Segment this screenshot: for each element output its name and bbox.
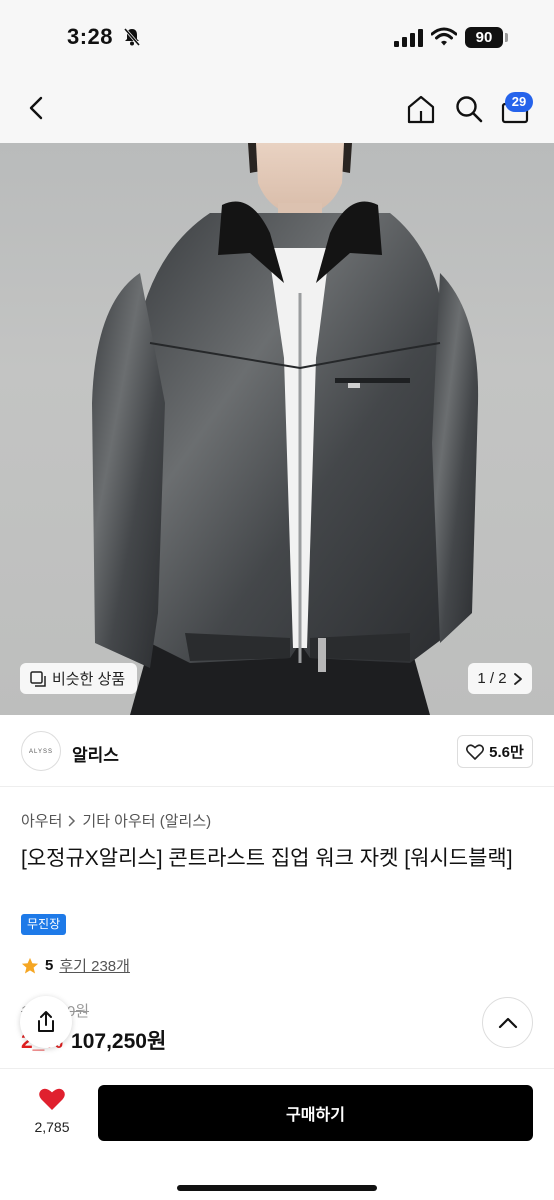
chevron-right-icon [513, 672, 522, 685]
bottom-action-bar: 2,785 구매하기 [0, 1068, 554, 1200]
similar-icon [30, 670, 46, 687]
rating-score: 5 [45, 957, 54, 974]
like-count: 2,785 [34, 1119, 70, 1135]
model-illustration [92, 143, 479, 715]
brand-name[interactable]: 알리스 [72, 741, 119, 766]
home-indicator [177, 1185, 377, 1191]
brand-logo[interactable]: ALYSS [21, 731, 61, 771]
sale-price: 107,250원 [71, 1030, 167, 1053]
share-icon [38, 1011, 54, 1032]
cart-count-badge: 29 [505, 92, 533, 112]
share-button[interactable] [20, 996, 72, 1048]
category-root[interactable]: 아우터 [21, 810, 62, 831]
page-count: 1 / 2 [477, 670, 507, 687]
star-icon [21, 957, 39, 973]
bell-slash-icon [123, 28, 141, 46]
brand-row: ALYSS 알리스 5.6만 [0, 715, 554, 787]
top-nav: 29 [0, 75, 554, 143]
rating-row[interactable]: 5 후기 238개 [21, 955, 130, 976]
image-page-indicator[interactable]: 1 / 2 [468, 663, 532, 694]
similar-label: 비슷한 상품 [52, 671, 126, 688]
brand-like-count: 5.6만 [489, 744, 524, 761]
chevron-right-icon [69, 815, 76, 826]
breadcrumb: 아우터 기타 아우터 (알리스) [21, 810, 211, 831]
back-chevron-icon[interactable] [22, 93, 52, 123]
signal-icon [394, 29, 423, 47]
buy-button[interactable]: 구매하기 [98, 1085, 533, 1141]
battery-indicator: 90 [465, 27, 503, 48]
similar-products-button[interactable]: 비슷한 상품 [20, 663, 138, 694]
event-tag: 무진장 [21, 914, 67, 935]
battery-tip [505, 33, 508, 42]
home-icon[interactable] [405, 93, 437, 125]
heart-filled-icon[interactable] [38, 1087, 66, 1111]
review-link[interactable]: 후기 238개 [59, 955, 130, 976]
scroll-top-button[interactable] [482, 997, 533, 1048]
search-icon[interactable] [454, 94, 484, 124]
status-time: 3:28 [67, 24, 114, 49]
chevron-up-icon [498, 1017, 517, 1028]
product-title: [오정규X알리스] 콘트라스트 집업 워크 자켓 [워시드블랙] [21, 847, 513, 870]
wifi-icon [431, 27, 457, 46]
category-sub[interactable]: 기타 아우터 (알리스) [82, 810, 211, 831]
brand-like-button[interactable]: 5.6만 [457, 735, 533, 768]
status-bar: 3:28 90 [0, 0, 554, 75]
product-image[interactable]: 비슷한 상품 1 / 2 [0, 143, 554, 715]
heart-outline-icon [466, 743, 485, 760]
